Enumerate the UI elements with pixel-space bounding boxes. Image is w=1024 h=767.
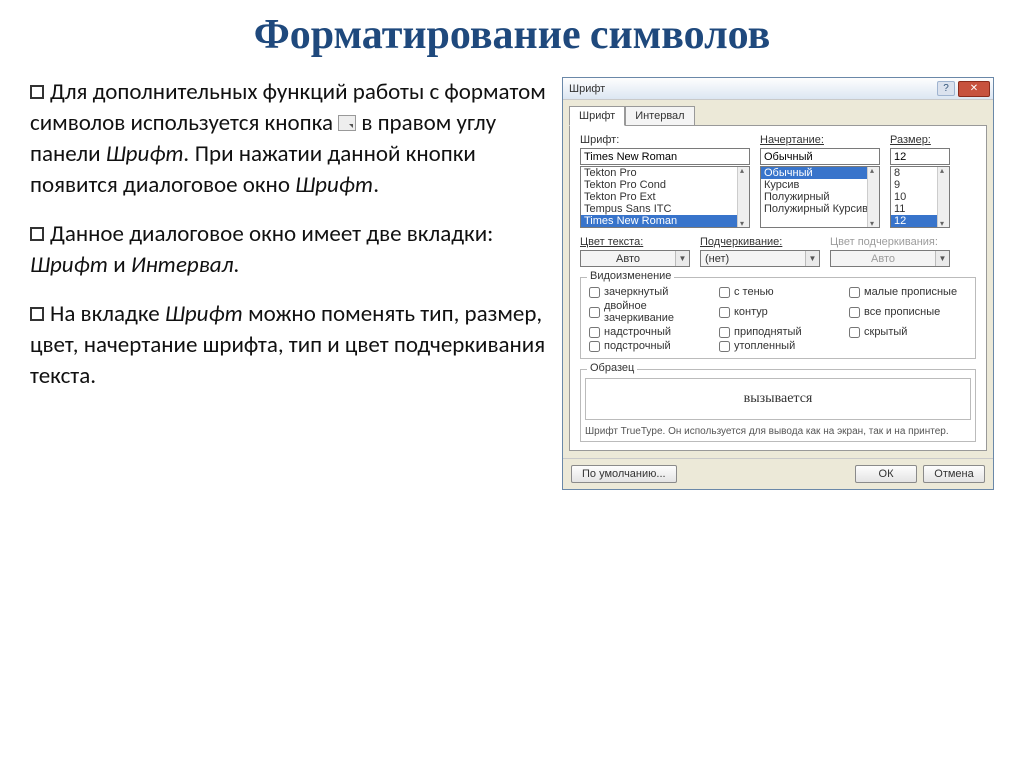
default-button[interactable]: По умолчанию... [571, 465, 677, 483]
chk-smallcaps[interactable]: малые прописные [849, 286, 967, 298]
slide-title: Форматирование символов [30, 10, 994, 59]
size-listbox[interactable]: 8 9 10 11 12 [890, 166, 950, 228]
combo-value: Авто [581, 253, 675, 265]
text-italic: Шрифт [165, 300, 243, 328]
chk-shadow[interactable]: с тенью [719, 286, 837, 298]
list-item[interactable]: Tempus Sans ITC [581, 203, 749, 215]
tab-font[interactable]: Шрифт [569, 106, 625, 126]
text-italic: Шрифт [295, 171, 373, 199]
bullet-2: Данное диалоговое окно имеет две вкладки… [30, 219, 548, 281]
chk-subscript[interactable]: подстрочный [589, 340, 707, 352]
chk-engrave[interactable]: утопленный [719, 340, 837, 352]
font-listbox[interactable]: Tekton Pro Tekton Pro Cond Tekton Pro Ex… [580, 166, 750, 228]
scrollbar[interactable] [867, 167, 879, 227]
size-input[interactable] [890, 148, 950, 165]
chevron-down-icon: ▼ [935, 251, 949, 266]
text: Данное диалоговое окно имеет две вкладки… [50, 220, 493, 248]
chk-outline[interactable]: контур [719, 300, 837, 324]
underline-combo[interactable]: (нет)▼ [700, 250, 820, 267]
sample-label: Образец [587, 362, 637, 374]
list-item[interactable]: Полужирный Курсив [761, 203, 879, 215]
combo-value: Авто [831, 253, 935, 265]
text-column: Для дополнительных функций работы с форм… [30, 77, 548, 490]
scrollbar[interactable] [937, 167, 949, 227]
text: и [108, 251, 131, 279]
titlebar: Шрифт ? ✕ [563, 78, 993, 100]
ulcolor-label: Цвет подчеркивания: [830, 236, 950, 248]
text-italic: Шрифт [30, 251, 108, 279]
dialog-title: Шрифт [569, 83, 605, 95]
effects-group: Видоизменение зачеркнутый с тенью малые … [580, 277, 976, 359]
bullet-icon [30, 307, 44, 321]
style-listbox[interactable]: Обычный Курсив Полужирный Полужирный Кур… [760, 166, 880, 228]
ok-button[interactable]: ОК [855, 465, 917, 483]
style-input[interactable] [760, 148, 880, 165]
list-item[interactable]: Обычный [761, 167, 879, 179]
chk-allcaps[interactable]: все прописные [849, 300, 967, 324]
list-item[interactable]: Курсив [761, 179, 879, 191]
help-button[interactable]: ? [937, 81, 955, 96]
textcolor-label: Цвет текста: [580, 236, 690, 248]
list-item[interactable]: Tekton Pro Ext [581, 191, 749, 203]
underline-label: Подчеркивание: [700, 236, 820, 248]
font-hint: Шрифт TrueType. Он используется для выво… [585, 426, 971, 437]
dialog-launcher-icon [338, 115, 356, 131]
chevron-down-icon: ▼ [675, 251, 689, 266]
chevron-down-icon: ▼ [805, 251, 819, 266]
bullet-icon [30, 85, 44, 99]
chk-dstrike[interactable]: двойное зачеркивание [589, 300, 707, 324]
bullet-1: Для дополнительных функций работы с форм… [30, 77, 548, 201]
font-label: Шрифт: [580, 134, 750, 146]
bullet-3: На вкладке Шрифт можно поменять тип, раз… [30, 299, 548, 392]
ulcolor-combo: Авто▼ [830, 250, 950, 267]
text-italic: Интервал [131, 251, 233, 279]
effects-label: Видоизменение [587, 270, 674, 282]
sample-group: Образец вызывается Шрифт TrueType. Он ис… [580, 369, 976, 442]
combo-value: (нет) [701, 253, 805, 265]
text-italic: Шрифт. [106, 140, 190, 168]
font-input[interactable] [580, 148, 750, 165]
chk-hidden[interactable]: скрытый [849, 326, 967, 338]
sample-preview: вызывается [585, 378, 971, 420]
scrollbar[interactable] [737, 167, 749, 227]
list-item[interactable]: Tekton Pro Cond [581, 179, 749, 191]
chk-strike[interactable]: зачеркнутый [589, 286, 707, 298]
list-item[interactable]: Times New Roman [581, 215, 749, 227]
close-button[interactable]: ✕ [958, 81, 990, 97]
size-label: Размер: [890, 134, 950, 146]
chk-emboss[interactable]: приподнятый [719, 326, 837, 338]
text: На вкладке [50, 300, 165, 328]
chk-superscript[interactable]: надстрочный [589, 326, 707, 338]
font-dialog: Шрифт ? ✕ Шрифт Интервал Шрифт: [562, 77, 994, 490]
bullet-icon [30, 227, 44, 241]
textcolor-combo[interactable]: Авто▼ [580, 250, 690, 267]
cancel-button[interactable]: Отмена [923, 465, 985, 483]
style-label: Начертание: [760, 134, 880, 146]
list-item[interactable]: Полужирный [761, 191, 879, 203]
tab-interval[interactable]: Интервал [625, 106, 694, 126]
list-item[interactable]: Tekton Pro [581, 167, 749, 179]
